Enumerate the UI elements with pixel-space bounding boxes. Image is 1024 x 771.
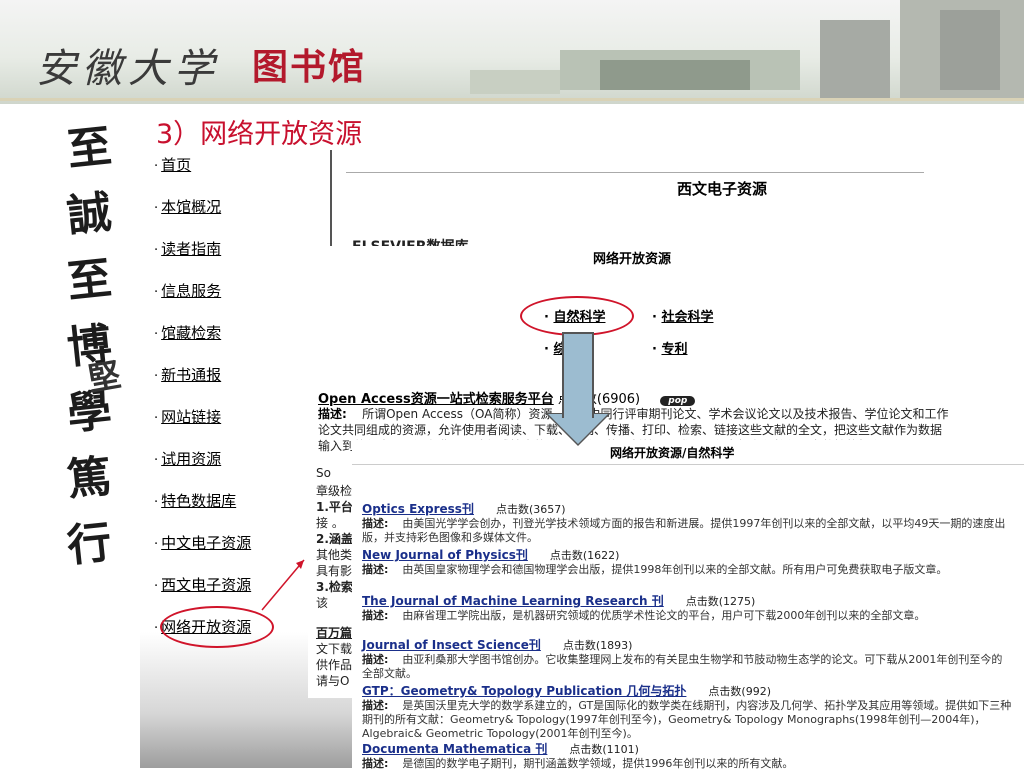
down-arrow-shaft bbox=[562, 332, 594, 418]
down-arrow-icon bbox=[548, 414, 608, 444]
annotation-arrow-layer bbox=[261, 559, 305, 611]
red-pointer-line bbox=[261, 559, 305, 611]
